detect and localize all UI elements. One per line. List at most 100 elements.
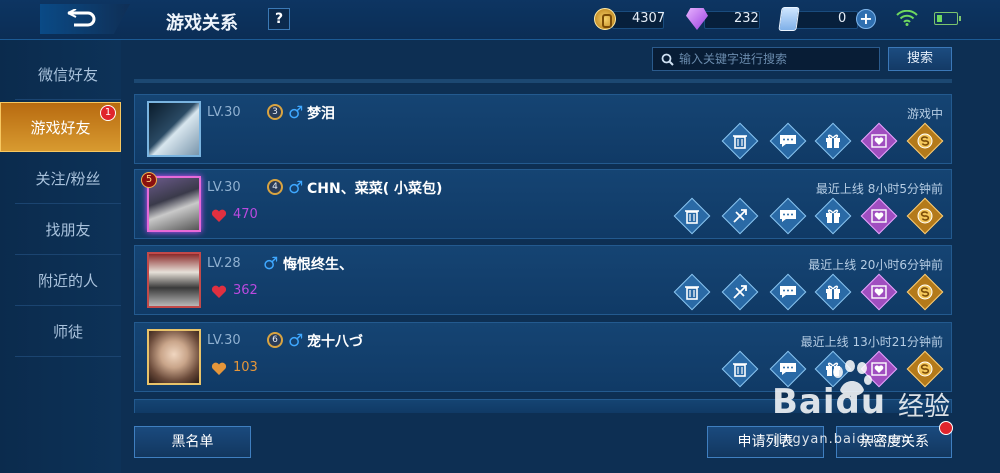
coupon-amount: 0 (838, 11, 847, 26)
send-gold-button[interactable] (906, 197, 944, 235)
search-field[interactable] (652, 47, 880, 71)
sidebar-item-game-friends[interactable]: 游戏好友 1 (0, 102, 121, 152)
chat-button[interactable] (769, 197, 807, 235)
avatar[interactable] (147, 252, 201, 308)
gift-button[interactable] (814, 273, 852, 311)
male-icon: ♂ (288, 331, 304, 351)
chat-button[interactable] (769, 350, 807, 388)
gift-icon (826, 285, 840, 299)
chat-button[interactable] (769, 122, 807, 160)
gift-button[interactable] (814, 350, 852, 388)
help-button[interactable]: ? (268, 8, 290, 30)
intimacy-value: 103 (233, 360, 258, 375)
friend-row[interactable] (134, 399, 952, 413)
gold-amount: 4307 (632, 11, 666, 26)
send-gold-button[interactable] (906, 273, 944, 311)
online-status: 最近上线 13小时21分钟前 (800, 335, 943, 349)
delete-friend-button[interactable] (721, 122, 759, 160)
trash-icon (685, 286, 699, 300)
male-icon: ♂ (263, 254, 279, 274)
male-icon: ♂ (288, 178, 304, 198)
search-input[interactable] (679, 50, 875, 68)
friend-row[interactable]: LV.30 3 ♂ 梦泪 游戏中 (134, 94, 952, 164)
tier-badge: 4 (267, 179, 283, 195)
send-gold-button[interactable] (906, 122, 944, 160)
team-invite-button[interactable] (721, 273, 759, 311)
sidebar-item-find-friends[interactable]: 找朋友 (15, 205, 121, 255)
sidebar-item-follow-fans[interactable]: 关注/粉丝 (15, 154, 121, 204)
coin-icon (917, 208, 933, 224)
player-name: 梦泪 (307, 106, 335, 122)
delete-friend-button[interactable] (673, 197, 711, 235)
intimacy-button[interactable] (860, 273, 898, 311)
friend-row[interactable]: LV.28 ♂ 悔恨终生、 362 最近上线 20小时6分钟前 (134, 245, 952, 315)
heart-card-icon (871, 285, 887, 299)
send-gold-button[interactable] (906, 350, 944, 388)
player-level: LV.28 (207, 256, 241, 271)
avatar-image (149, 331, 199, 383)
gift-button[interactable] (814, 122, 852, 160)
intimacy-value: 470 (233, 207, 258, 222)
online-status: 最近上线 20小时6分钟前 (808, 258, 943, 272)
sidebar-item-mentorship[interactable]: 师徒 (15, 307, 121, 357)
player-level: LV.30 (207, 105, 241, 120)
blacklist-button[interactable]: 黑名单 (134, 426, 251, 458)
gold-coin-icon (594, 8, 616, 30)
chat-button[interactable] (769, 273, 807, 311)
intimacy-value: 362 (233, 283, 258, 298)
delete-friend-button[interactable] (721, 350, 759, 388)
intimacy-button[interactable] (860, 122, 898, 160)
search-button[interactable]: 搜索 (888, 47, 952, 71)
online-status: 最近上线 8小时5分钟前 (815, 182, 943, 196)
notification-badge: 1 (100, 105, 116, 121)
chat-icon (780, 210, 796, 222)
male-icon: ♂ (288, 103, 304, 123)
gem-resource: 232 (686, 8, 764, 30)
intimate-relations-button[interactable]: 亲密度关系 (836, 421, 953, 458)
rank-badge: 5 (141, 172, 157, 188)
heart-icon (211, 362, 227, 375)
intimacy-button[interactable] (860, 197, 898, 235)
sidebar: 微信好友 游戏好友 1 关注/粉丝 找朋友 附近的人 师徒 (0, 40, 121, 473)
friend-row[interactable]: LV.30 6 ♂ 宠十八づ 103 最近上线 13小时21分钟前 (134, 322, 952, 392)
gold-resource: 4307 (594, 8, 668, 30)
tier-badge: 6 (267, 332, 283, 348)
team-invite-button[interactable] (721, 197, 759, 235)
team-up-icon (733, 285, 747, 299)
gift-icon (826, 134, 840, 148)
delete-friend-button[interactable] (673, 273, 711, 311)
wifi-icon (896, 10, 918, 26)
sidebar-item-label: 找朋友 (45, 221, 91, 239)
list-divider (134, 79, 952, 83)
player-name: CHN、菜菜( 小菜包) (307, 181, 443, 197)
coupon-resource: 0 + (778, 7, 876, 31)
avatar-image (149, 103, 199, 155)
avatar[interactable] (147, 329, 201, 385)
sidebar-item-wechat-friends[interactable]: 微信好友 (15, 50, 121, 100)
gift-button[interactable] (814, 197, 852, 235)
team-up-icon (733, 209, 747, 223)
sidebar-item-label: 游戏好友 (30, 119, 91, 137)
intimate-relations-label: 亲密度关系 (859, 434, 929, 450)
trash-icon (733, 363, 747, 377)
gift-icon (826, 362, 840, 376)
recharge-plus-icon[interactable]: + (856, 9, 876, 29)
trash-icon (685, 210, 699, 224)
sidebar-item-nearby[interactable]: 附近的人 (15, 256, 121, 306)
intimacy-button[interactable] (860, 350, 898, 388)
tier-badge: 3 (267, 104, 283, 120)
player-level: LV.30 (207, 180, 241, 195)
avatar[interactable] (147, 101, 201, 157)
coin-icon (917, 361, 933, 377)
sidebar-item-label: 微信好友 (37, 66, 98, 84)
chat-icon (780, 286, 796, 298)
chat-icon (780, 363, 796, 375)
heart-card-icon (871, 134, 887, 148)
battery-icon (934, 12, 961, 25)
friend-row[interactable]: 5 LV.30 4 ♂ CHN、菜菜( 小菜包) 470 最近上线 8小时5分钟… (134, 169, 952, 239)
coupon-pill (794, 11, 858, 29)
heart-icon (211, 285, 227, 298)
back-button[interactable] (40, 4, 130, 34)
page-title: 游戏关系 (166, 13, 238, 34)
apply-list-button[interactable]: 申请列表 (707, 426, 824, 458)
